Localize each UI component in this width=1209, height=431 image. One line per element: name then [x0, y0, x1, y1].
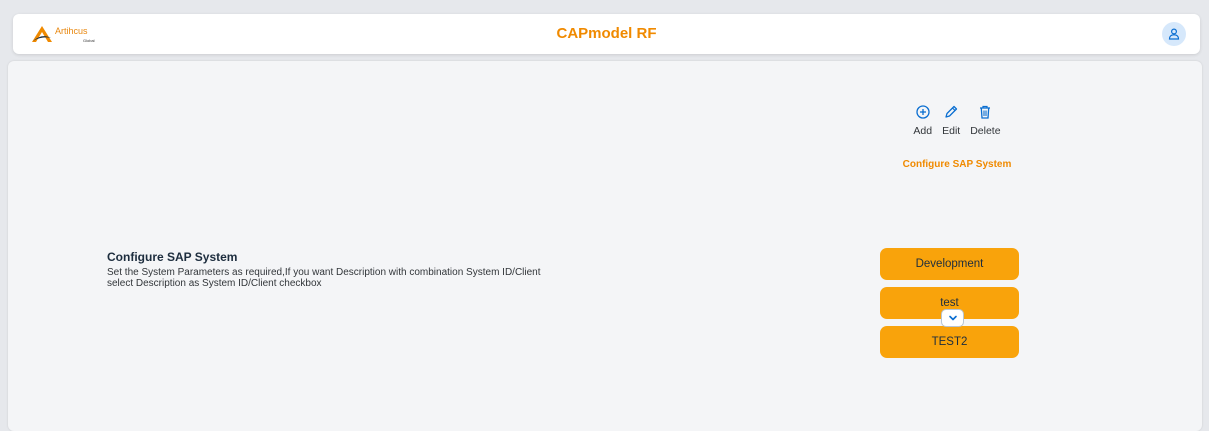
system-button-development[interactable]: Development: [880, 248, 1019, 280]
app-title: CAPmodel RF: [556, 25, 657, 42]
section-label: Configure SAP System: [902, 159, 1012, 170]
description-title: Configure SAP System: [107, 250, 238, 264]
chevron-down-icon: [948, 315, 957, 321]
edit-button[interactable]: Edit: [942, 104, 960, 137]
trash-icon: [980, 105, 991, 119]
add-button[interactable]: Add: [913, 104, 932, 137]
user-icon: [1168, 28, 1180, 40]
description-line-2: select Description as System ID/Client c…: [107, 278, 322, 289]
edit-label: Edit: [942, 125, 961, 137]
add-label: Add: [913, 125, 933, 137]
delete-label: Delete: [970, 125, 1001, 137]
pencil-icon: [945, 105, 958, 118]
action-toolbar: Add Edit Delete: [888, 104, 1026, 137]
description-block: Configure SAP System Set the System Para…: [107, 250, 667, 289]
description-line-1: Set the System Parameters as required,If…: [107, 267, 541, 278]
add-circle-icon: [916, 105, 930, 119]
show-more-button[interactable]: [941, 309, 964, 327]
system-button-test2[interactable]: TEST2: [880, 326, 1019, 358]
delete-button[interactable]: Delete: [970, 104, 1001, 137]
user-avatar-button[interactable]: [1162, 22, 1186, 46]
app-header: Artihcus Global CAPmodel RF: [13, 14, 1200, 54]
